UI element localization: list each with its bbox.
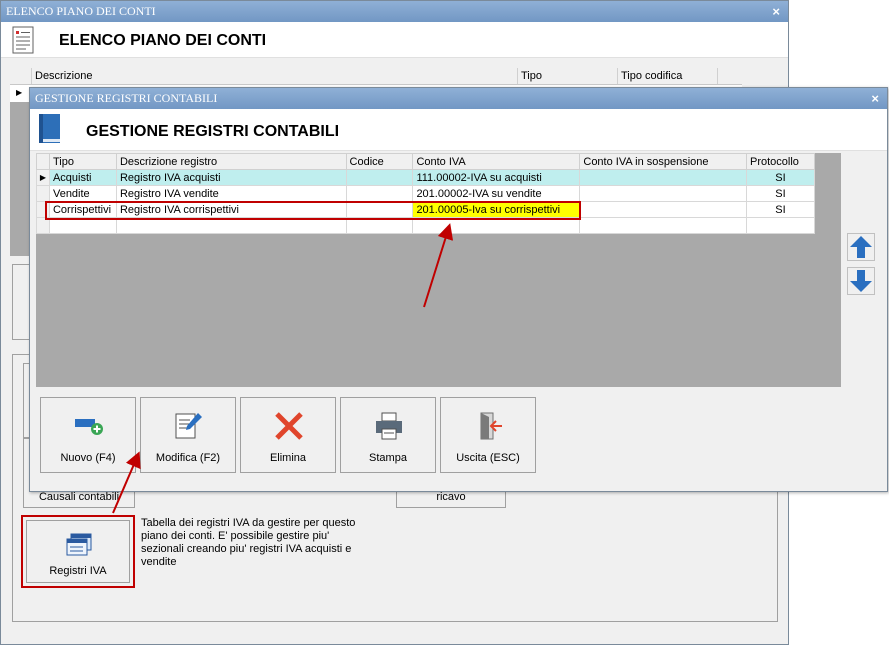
row-selector bbox=[36, 185, 50, 202]
registri-iva-highlight: Registri IVA bbox=[21, 515, 135, 588]
add-icon bbox=[75, 419, 103, 435]
cell-descrizione[interactable]: Registro IVA vendite bbox=[115, 185, 347, 202]
document-icon bbox=[12, 26, 34, 54]
ricavo-label: ricavo bbox=[436, 491, 466, 503]
modifica-label: Modifica (F2) bbox=[155, 452, 221, 464]
gestione-registri-window: GESTIONE REGISTRI CONTABILI × GESTIONE R… bbox=[29, 87, 888, 492]
corrispettivi-row-highlight bbox=[45, 201, 581, 220]
cell-tipo[interactable]: Acquisti bbox=[48, 169, 117, 186]
nuovo-button[interactable]: Nuovo (F4) bbox=[40, 397, 136, 473]
cell-empty[interactable] bbox=[746, 217, 815, 234]
book-icon bbox=[39, 114, 60, 143]
cell-conto-iva[interactable]: 111.00002-IVA su acquisti bbox=[412, 169, 581, 186]
col-tipo[interactable]: Tipo bbox=[48, 153, 117, 170]
gestione-registri-header: GESTIONE REGISTRI CONTABILI bbox=[30, 109, 887, 151]
piano-conti-title: ELENCO PIANO DEI CONTI bbox=[6, 4, 156, 18]
cell-sospensione[interactable] bbox=[579, 201, 747, 218]
edit-icon bbox=[175, 413, 202, 439]
registri-grid[interactable]: Tipo Descrizione registro Codice Conto I… bbox=[36, 153, 841, 387]
registri-iva-button[interactable]: Registri IVA bbox=[26, 520, 130, 583]
stampa-label: Stampa bbox=[369, 452, 407, 464]
col-conto-iva[interactable]: Conto IVA bbox=[412, 153, 581, 170]
stampa-button[interactable]: Stampa bbox=[340, 397, 436, 473]
print-icon bbox=[376, 412, 402, 440]
registri-iva-label: Registri IVA bbox=[49, 565, 107, 577]
col-tipo[interactable]: Tipo bbox=[518, 68, 618, 84]
uscita-label: Uscita (ESC) bbox=[456, 452, 520, 464]
move-up-button[interactable] bbox=[847, 233, 875, 261]
table-row[interactable]: ▶ Acquisti Registro IVA acquisti 111.000… bbox=[36, 169, 815, 186]
delete-icon bbox=[275, 412, 303, 440]
col-codice[interactable]: Codice bbox=[345, 153, 414, 170]
arrow-up-icon bbox=[850, 236, 872, 258]
cell-codice[interactable] bbox=[345, 169, 414, 186]
row-pointer-icon: ▶ bbox=[16, 88, 23, 97]
cell-sospensione[interactable] bbox=[579, 169, 747, 186]
registri-header-row: Tipo Descrizione registro Codice Conto I… bbox=[36, 153, 815, 170]
cell-sospensione[interactable] bbox=[579, 185, 747, 202]
uscita-button[interactable]: Uscita (ESC) bbox=[440, 397, 536, 473]
gestione-registri-titlebar: GESTIONE REGISTRI CONTABILI × bbox=[30, 88, 887, 109]
nuovo-label: Nuovo (F4) bbox=[60, 452, 116, 464]
header-corner bbox=[36, 153, 50, 170]
col-descrizione-registro[interactable]: Descrizione registro bbox=[115, 153, 347, 170]
table-row[interactable]: Vendite Registro IVA vendite 201.00002-I… bbox=[36, 185, 815, 202]
grid-corner bbox=[10, 68, 32, 84]
move-down-button[interactable] bbox=[847, 267, 875, 295]
piano-conti-grid-header: Descrizione Tipo Tipo codifica bbox=[10, 68, 742, 85]
col-descrizione[interactable]: Descrizione bbox=[32, 68, 518, 84]
cell-protocollo[interactable]: SI bbox=[746, 169, 815, 186]
cell-codice[interactable] bbox=[345, 185, 414, 202]
col-protocollo[interactable]: Protocollo bbox=[746, 153, 815, 170]
gestione-registri-title: GESTIONE REGISTRI CONTABILI bbox=[35, 91, 218, 105]
cell-protocollo[interactable]: SI bbox=[746, 201, 815, 218]
piano-conti-titlebar: ELENCO PIANO DEI CONTI × bbox=[1, 1, 788, 22]
gestione-registri-close-icon[interactable]: × bbox=[871, 88, 879, 109]
cell-conto-iva[interactable]: 201.00002-IVA su vendite bbox=[412, 185, 581, 202]
exit-icon bbox=[480, 412, 502, 440]
piano-conti-header-title: ELENCO PIANO DEI CONTI bbox=[59, 32, 267, 49]
row-pointer-icon: ▶ bbox=[36, 169, 50, 186]
cell-descrizione[interactable]: Registro IVA acquisti bbox=[115, 169, 347, 186]
registri-table[interactable]: Tipo Descrizione registro Codice Conto I… bbox=[36, 153, 815, 234]
cell-protocollo[interactable]: SI bbox=[746, 185, 815, 202]
modifica-button[interactable]: Modifica (F2) bbox=[140, 397, 236, 473]
elimina-label: Elimina bbox=[269, 452, 307, 464]
cell-tipo[interactable]: Vendite bbox=[48, 185, 117, 202]
gestione-registri-header-title: GESTIONE REGISTRI CONTABILI bbox=[86, 123, 340, 140]
piano-conti-close-icon[interactable]: × bbox=[772, 1, 780, 22]
elimina-button[interactable]: Elimina bbox=[240, 397, 336, 473]
col-tipo-codifica[interactable]: Tipo codifica bbox=[618, 68, 718, 84]
registri-iva-description: Tabella dei registri IVA da gestire per … bbox=[141, 517, 356, 568]
causali-contabili-label: Causali contabili bbox=[38, 491, 120, 503]
registers-icon bbox=[66, 533, 92, 556]
piano-conti-header: ELENCO PIANO DEI CONTI bbox=[1, 22, 788, 58]
arrow-down-icon bbox=[850, 270, 872, 292]
cell-empty[interactable] bbox=[579, 217, 747, 234]
col-conto-iva-sospensione[interactable]: Conto IVA in sospensione bbox=[579, 153, 747, 170]
